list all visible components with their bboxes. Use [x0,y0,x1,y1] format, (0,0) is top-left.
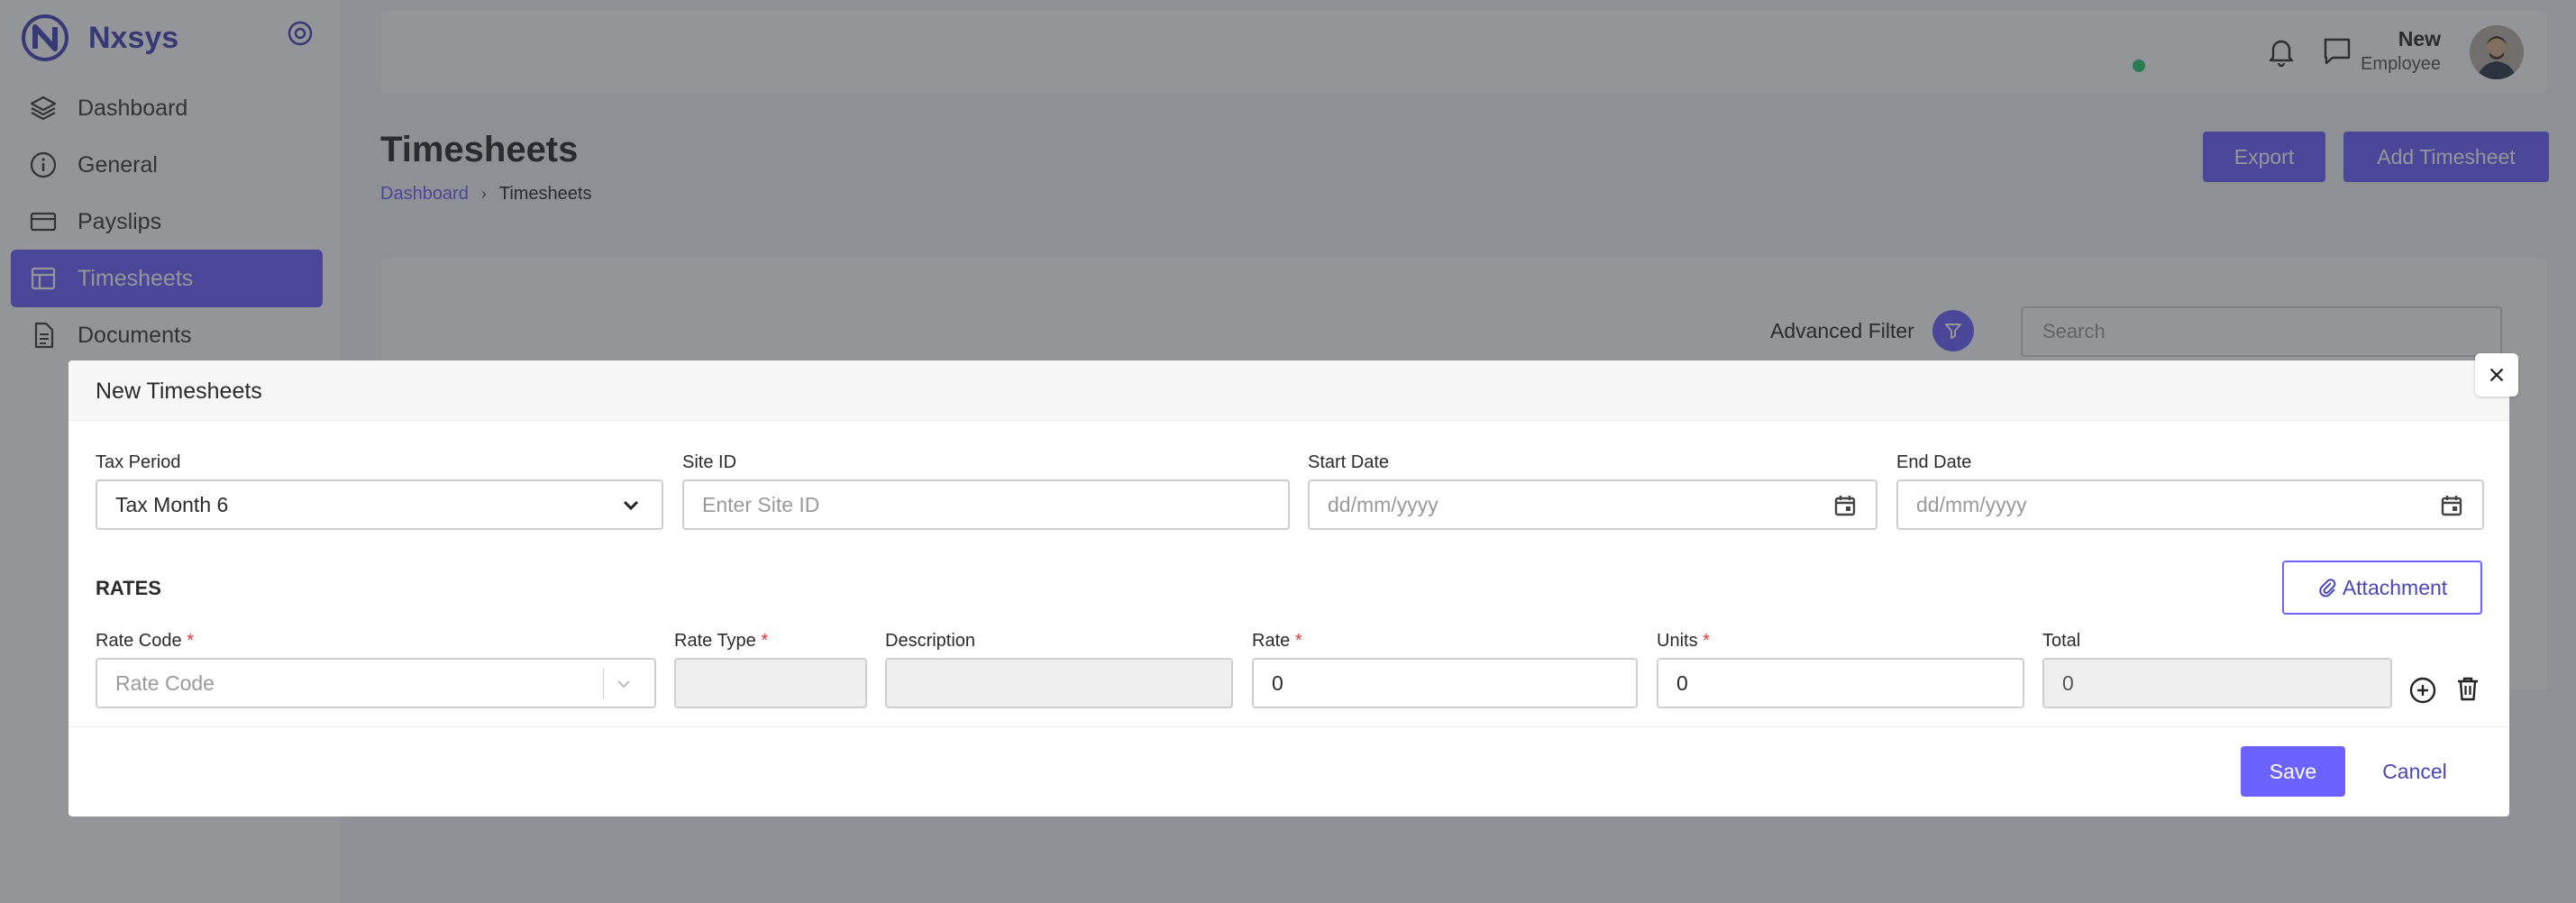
end-date-placeholder: dd/mm/yyyy [1916,492,2027,516]
calendar-icon[interactable] [2439,493,2464,518]
save-button[interactable]: Save [2241,746,2345,797]
end-date-input[interactable]: dd/mm/yyyy [1896,479,2484,530]
start-date-placeholder: dd/mm/yyyy [1328,492,1439,516]
units-input[interactable]: 0 [1657,658,2024,708]
add-circle-icon[interactable] [2408,676,2437,705]
rate-code-placeholder: Rate Code [115,670,215,695]
cancel-button[interactable]: Cancel [2365,746,2464,797]
total-field: 0 [2042,658,2392,708]
units-label: Units * [1657,631,1710,651]
rate-input[interactable]: 0 [1252,658,1638,708]
select-divider [603,669,604,699]
attachment-button[interactable]: Attachment [2282,561,2482,615]
site-id-input[interactable]: Enter Site ID [682,479,1290,530]
chevron-down-icon [617,680,630,689]
rates-section-title: RATES [96,577,161,599]
rate-code-select[interactable]: Rate Code [96,658,656,708]
rate-type-label: Rate Type * [674,631,769,651]
modal-header: New Timesheets [69,360,2509,421]
footer-divider [69,726,2509,727]
start-date-label: Start Date [1308,452,1390,472]
tax-period-select[interactable]: Tax Month 6 [96,479,663,530]
chevron-down-icon [623,500,639,511]
paperclip-icon [2319,579,2336,597]
new-timesheet-modal: New Timesheets Tax Period Tax Month 6 Si… [69,360,2509,816]
calendar-icon[interactable] [1832,493,1858,518]
close-modal-button[interactable] [2475,353,2518,397]
start-date-input[interactable]: dd/mm/yyyy [1308,479,1877,530]
tax-period-value: Tax Month 6 [115,492,229,516]
trash-icon[interactable] [2453,674,2482,703]
rate-label: Rate * [1252,631,1302,651]
modal-title: New Timesheets [96,379,262,404]
description-field [885,658,1233,708]
rate-type-field [674,658,867,708]
total-label: Total [2042,631,2081,651]
tax-period-label: Tax Period [96,452,181,472]
attachment-label: Attachment [2342,575,2448,599]
rate-code-label: Rate Code * [96,631,194,651]
close-icon [2489,368,2504,382]
end-date-label: End Date [1896,452,1972,472]
description-label: Description [885,631,976,651]
site-id-label: Site ID [682,452,737,472]
